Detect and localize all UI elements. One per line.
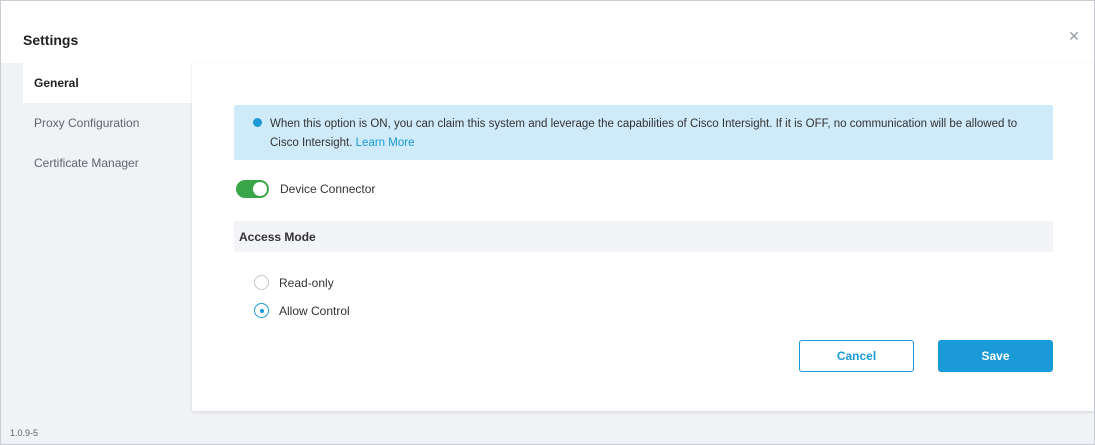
learn-more-link[interactable]: Learn More — [356, 137, 415, 149]
dialog-header: Settings ✕ — [1, 1, 1094, 63]
radio-button[interactable] — [254, 275, 269, 290]
radio-button-selected[interactable] — [254, 303, 269, 318]
settings-sidebar: General Proxy Configuration Certificate … — [23, 63, 207, 183]
sidebar-item-label: Proxy Configuration — [34, 116, 140, 130]
settings-dialog: Settings ✕ General Proxy Configuration C… — [0, 0, 1095, 445]
version-label: 1.0.9-5 — [10, 428, 39, 438]
info-icon — [253, 118, 262, 127]
device-connector-label: Device Connector — [280, 182, 376, 196]
dialog-title: Settings — [23, 32, 79, 48]
radio-label: Read-only — [279, 276, 334, 290]
access-mode-header: Access Mode — [234, 221, 1053, 252]
sidebar-item-label: General — [34, 76, 79, 90]
device-connector-toggle[interactable] — [236, 180, 269, 198]
radio-label: Allow Control — [279, 304, 350, 318]
sidebar-item-label: Certificate Manager — [34, 156, 139, 170]
sidebar-item-general[interactable]: General — [23, 63, 207, 103]
access-mode-title: Access Mode — [239, 230, 316, 244]
info-text: When this option is ON, you can claim th… — [270, 115, 1040, 153]
toggle-knob — [253, 182, 267, 196]
sidebar-item-proxy-configuration[interactable]: Proxy Configuration — [23, 103, 207, 143]
save-button[interactable]: Save — [938, 340, 1053, 372]
general-settings-panel: When this option is ON, you can claim th… — [192, 63, 1094, 411]
info-banner: When this option is ON, you can claim th… — [234, 105, 1053, 160]
cancel-button[interactable]: Cancel — [799, 340, 914, 372]
close-icon[interactable]: ✕ — [1067, 29, 1081, 43]
radio-dot — [260, 309, 264, 313]
sidebar-item-certificate-manager[interactable]: Certificate Manager — [23, 143, 207, 183]
